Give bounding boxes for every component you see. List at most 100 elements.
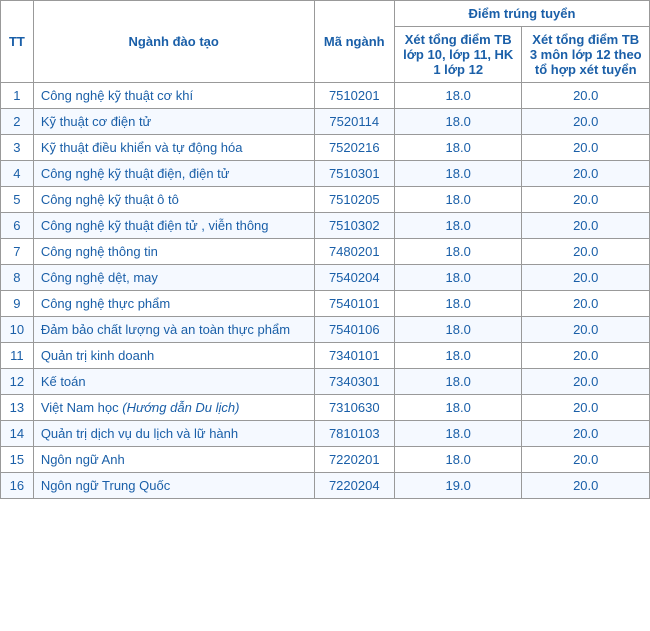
- cell-ma-nganh: 7220204: [314, 473, 394, 499]
- cell-tt: 1: [1, 83, 34, 109]
- table-row: 4Công nghệ kỹ thuật điện, điện tử7510301…: [1, 161, 650, 187]
- cell-tt: 2: [1, 109, 34, 135]
- cell-tt: 6: [1, 213, 34, 239]
- cell-ma-nganh: 7310630: [314, 395, 394, 421]
- cell-ma-nganh: 7540204: [314, 265, 394, 291]
- header-ma-nganh: Mã ngành: [314, 1, 394, 83]
- table-row: 6Công nghệ kỹ thuật điện tử , viễn thông…: [1, 213, 650, 239]
- table-row: 5Công nghệ kỹ thuật ô tô751020518.020.0: [1, 187, 650, 213]
- cell-score1: 18.0: [394, 83, 522, 109]
- cell-score1: 18.0: [394, 239, 522, 265]
- header-diem-trung-tuyen: Điểm trúng tuyển: [394, 1, 649, 27]
- header-nganh: Ngành đào tạo: [33, 1, 314, 83]
- header-col1: Xét tổng điểm TB lớp 10, lớp 11, HK 1 lớ…: [394, 27, 522, 83]
- cell-tt: 15: [1, 447, 34, 473]
- cell-nganh: Công nghệ kỹ thuật cơ khí: [33, 83, 314, 109]
- table-row: 9Công nghệ thực phẩm754010118.020.0: [1, 291, 650, 317]
- cell-score1: 18.0: [394, 369, 522, 395]
- cell-score2: 20.0: [522, 161, 650, 187]
- cell-tt: 4: [1, 161, 34, 187]
- cell-ma-nganh: 7510205: [314, 187, 394, 213]
- cell-tt: 9: [1, 291, 34, 317]
- table-row: 7Công nghệ thông tin748020118.020.0: [1, 239, 650, 265]
- cell-score1: 18.0: [394, 187, 522, 213]
- table-row: 1Công nghệ kỹ thuật cơ khí751020118.020.…: [1, 83, 650, 109]
- cell-tt: 12: [1, 369, 34, 395]
- cell-nganh: Ngôn ngữ Anh: [33, 447, 314, 473]
- cell-nganh: Quản trị kinh doanh: [33, 343, 314, 369]
- cell-tt: 8: [1, 265, 34, 291]
- cell-score2: 20.0: [522, 265, 650, 291]
- cell-score2: 20.0: [522, 239, 650, 265]
- header-col2: Xét tổng điểm TB 3 môn lớp 12 theo tổ hợ…: [522, 27, 650, 83]
- cell-score2: 20.0: [522, 83, 650, 109]
- cell-ma-nganh: 7480201: [314, 239, 394, 265]
- cell-score2: 20.0: [522, 317, 650, 343]
- table-row: 12Kế toán734030118.020.0: [1, 369, 650, 395]
- cell-score1: 18.0: [394, 421, 522, 447]
- cell-score1: 18.0: [394, 343, 522, 369]
- cell-nganh: Công nghệ thông tin: [33, 239, 314, 265]
- cell-tt: 16: [1, 473, 34, 499]
- cell-score2: 20.0: [522, 473, 650, 499]
- table-row: 3Kỹ thuật điều khiển và tự động hóa75202…: [1, 135, 650, 161]
- cell-ma-nganh: 7520216: [314, 135, 394, 161]
- cell-nganh: Ngôn ngữ Trung Quốc: [33, 473, 314, 499]
- cell-nganh: Công nghệ dệt, may: [33, 265, 314, 291]
- cell-nganh: Kỹ thuật cơ điện tử: [33, 109, 314, 135]
- cell-nganh: Kỹ thuật điều khiển và tự động hóa: [33, 135, 314, 161]
- cell-nganh: Công nghệ thực phẩm: [33, 291, 314, 317]
- header-tt: TT: [1, 1, 34, 83]
- cell-score1: 18.0: [394, 213, 522, 239]
- cell-score1: 18.0: [394, 265, 522, 291]
- cell-tt: 14: [1, 421, 34, 447]
- cell-nganh: Công nghệ kỹ thuật điện tử , viễn thông: [33, 213, 314, 239]
- cell-ma-nganh: 7520114: [314, 109, 394, 135]
- cell-score2: 20.0: [522, 395, 650, 421]
- cell-tt: 3: [1, 135, 34, 161]
- cell-tt: 5: [1, 187, 34, 213]
- cell-tt: 10: [1, 317, 34, 343]
- cell-ma-nganh: 7340301: [314, 369, 394, 395]
- cell-score2: 20.0: [522, 421, 650, 447]
- cell-score2: 20.0: [522, 291, 650, 317]
- cell-score1: 18.0: [394, 317, 522, 343]
- table-row: 13Việt Nam học (Hướng dẫn Du lịch)731063…: [1, 395, 650, 421]
- cell-nganh: Việt Nam học (Hướng dẫn Du lịch): [33, 395, 314, 421]
- cell-nganh: Quản trị dịch vụ du lịch và lữ hành: [33, 421, 314, 447]
- cell-score2: 20.0: [522, 369, 650, 395]
- cell-tt: 11: [1, 343, 34, 369]
- admission-table: TT Ngành đào tạo Mã ngành Điểm trúng tuy…: [0, 0, 650, 499]
- cell-ma-nganh: 7510301: [314, 161, 394, 187]
- cell-score1: 19.0: [394, 473, 522, 499]
- cell-tt: 13: [1, 395, 34, 421]
- cell-score1: 18.0: [394, 109, 522, 135]
- table-row: 2Kỹ thuật cơ điện tử752011418.020.0: [1, 109, 650, 135]
- table-row: 15Ngôn ngữ Anh722020118.020.0: [1, 447, 650, 473]
- cell-score2: 20.0: [522, 187, 650, 213]
- cell-ma-nganh: 7540106: [314, 317, 394, 343]
- cell-ma-nganh: 7510201: [314, 83, 394, 109]
- cell-ma-nganh: 7220201: [314, 447, 394, 473]
- cell-score2: 20.0: [522, 213, 650, 239]
- cell-nganh: Công nghệ kỹ thuật điện, điện tử: [33, 161, 314, 187]
- cell-ma-nganh: 7340101: [314, 343, 394, 369]
- cell-tt: 7: [1, 239, 34, 265]
- table-row: 14Quản trị dịch vụ du lịch và lữ hành781…: [1, 421, 650, 447]
- cell-score1: 18.0: [394, 447, 522, 473]
- cell-score2: 20.0: [522, 109, 650, 135]
- cell-score1: 18.0: [394, 161, 522, 187]
- table-row: 16Ngôn ngữ Trung Quốc722020419.020.0: [1, 473, 650, 499]
- cell-ma-nganh: 7510302: [314, 213, 394, 239]
- cell-nganh: Kế toán: [33, 369, 314, 395]
- cell-score1: 18.0: [394, 395, 522, 421]
- cell-nganh: Công nghệ kỹ thuật ô tô: [33, 187, 314, 213]
- table-row: 11Quản trị kinh doanh734010118.020.0: [1, 343, 650, 369]
- cell-score1: 18.0: [394, 291, 522, 317]
- cell-nganh: Đảm bảo chất lượng và an toàn thực phẩm: [33, 317, 314, 343]
- cell-score2: 20.0: [522, 447, 650, 473]
- cell-ma-nganh: 7540101: [314, 291, 394, 317]
- cell-score2: 20.0: [522, 343, 650, 369]
- table-row: 8Công nghệ dệt, may754020418.020.0: [1, 265, 650, 291]
- cell-ma-nganh: 7810103: [314, 421, 394, 447]
